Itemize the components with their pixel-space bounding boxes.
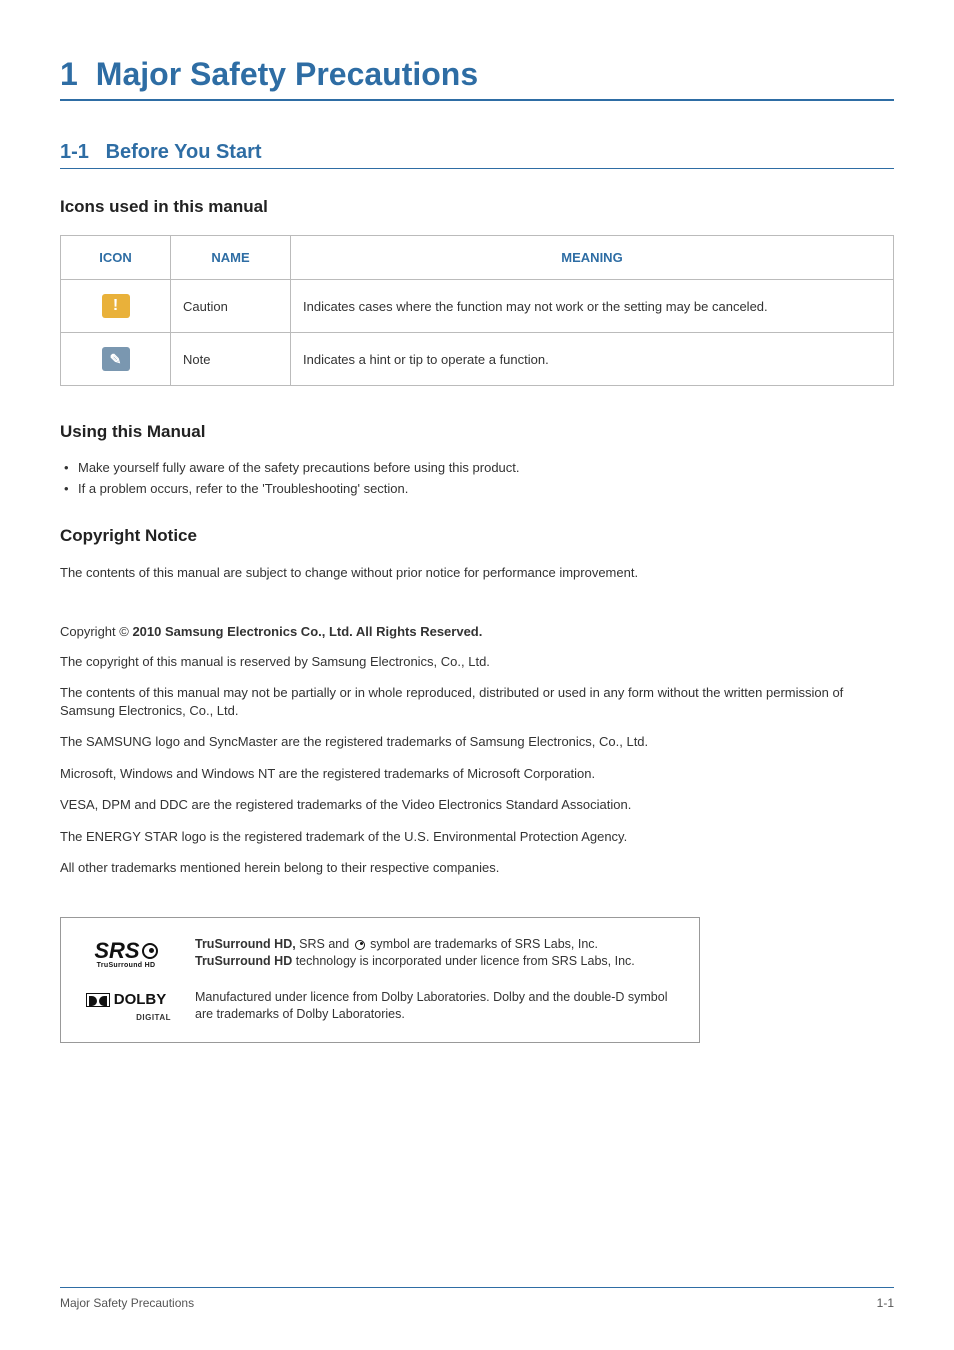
srs-circle-icon bbox=[142, 943, 158, 959]
dolby-sub: DIGITAL bbox=[81, 1013, 171, 1022]
footer-left: Major Safety Precautions bbox=[60, 1296, 194, 1310]
chapter-title-text: Major Safety Precautions bbox=[96, 56, 478, 92]
srs-t2b: technology is incorporated under licence… bbox=[292, 954, 635, 968]
footer-right: 1-1 bbox=[877, 1296, 894, 1310]
using-manual-list: Make yourself fully aware of the safety … bbox=[60, 460, 894, 496]
caution-icon: ! bbox=[102, 294, 130, 318]
copyright-para: The copyright of this manual is reserved… bbox=[60, 653, 894, 671]
icon-name: Caution bbox=[171, 280, 291, 333]
srs-bold2: TruSurround HD bbox=[195, 954, 292, 968]
srs-t1c: symbol are trademarks of SRS Labs, Inc. bbox=[367, 937, 598, 951]
icons-table: ICON NAME MEANING ! Caution Indicates ca… bbox=[60, 235, 894, 386]
section-title: 1-1 Before You Start bbox=[60, 141, 894, 169]
table-row: ✎ Note Indicates a hint or tip to operat… bbox=[61, 333, 894, 386]
icon-meaning: Indicates a hint or tip to operate a fun… bbox=[291, 333, 894, 386]
section-number: 1-1 bbox=[60, 141, 89, 163]
trademark-box: SRS TruSurround HD TruSurround HD, SRS a… bbox=[60, 917, 700, 1043]
icons-heading: Icons used in this manual bbox=[60, 197, 894, 217]
dolby-logo: DOLBY DIGITAL bbox=[81, 991, 171, 1022]
section-title-text: Before You Start bbox=[106, 141, 262, 163]
list-item: If a problem occurs, refer to the 'Troub… bbox=[60, 481, 894, 496]
srs-row: SRS TruSurround HD TruSurround HD, SRS a… bbox=[81, 936, 679, 971]
icon-name: Note bbox=[171, 333, 291, 386]
dolby-text: Manufactured under licence from Dolby La… bbox=[195, 989, 679, 1024]
copyright-para: All other trademarks mentioned herein be… bbox=[60, 859, 894, 877]
dolby-brand: DOLBY bbox=[114, 991, 167, 1008]
icon-meaning: Indicates cases where the function may n… bbox=[291, 280, 894, 333]
col-name: NAME bbox=[171, 236, 291, 280]
srs-t1b: SRS and bbox=[296, 937, 353, 951]
copyright-prefix: Copyright © bbox=[60, 624, 132, 639]
copyright-line: Copyright © 2010 Samsung Electronics Co.… bbox=[60, 624, 894, 639]
dolby-row: DOLBY DIGITAL Manufactured under licence… bbox=[81, 989, 679, 1024]
table-row: ! Caution Indicates cases where the func… bbox=[61, 280, 894, 333]
srs-text: TruSurround HD, SRS and symbol are trade… bbox=[195, 936, 635, 971]
copyright-para: VESA, DPM and DDC are the registered tra… bbox=[60, 796, 894, 814]
copyright-heading: Copyright Notice bbox=[60, 526, 894, 546]
col-icon: ICON bbox=[61, 236, 171, 280]
note-icon: ✎ bbox=[102, 347, 130, 371]
copyright-bold: 2010 Samsung Electronics Co., Ltd. All R… bbox=[132, 624, 482, 639]
copyright-para: The contents of this manual may not be p… bbox=[60, 684, 894, 719]
srs-bold1: TruSurround HD, bbox=[195, 937, 296, 951]
copyright-para: The SAMSUNG logo and SyncMaster are the … bbox=[60, 733, 894, 751]
list-item: Make yourself fully aware of the safety … bbox=[60, 460, 894, 475]
dolby-dd-icon bbox=[86, 993, 110, 1007]
srs-symbol-icon bbox=[355, 940, 365, 950]
srs-brand: SRS bbox=[94, 938, 139, 964]
using-manual-heading: Using this Manual bbox=[60, 422, 894, 442]
copyright-para: The ENERGY STAR logo is the registered t… bbox=[60, 828, 894, 846]
page-footer: Major Safety Precautions 1-1 bbox=[60, 1287, 894, 1310]
chapter-number: 1 bbox=[60, 56, 78, 93]
srs-logo: SRS TruSurround HD bbox=[81, 938, 171, 969]
chapter-title: 1 Major Safety Precautions bbox=[60, 56, 894, 101]
copyright-para: Microsoft, Windows and Windows NT are th… bbox=[60, 765, 894, 783]
col-meaning: MEANING bbox=[291, 236, 894, 280]
copyright-intro: The contents of this manual are subject … bbox=[60, 564, 894, 582]
